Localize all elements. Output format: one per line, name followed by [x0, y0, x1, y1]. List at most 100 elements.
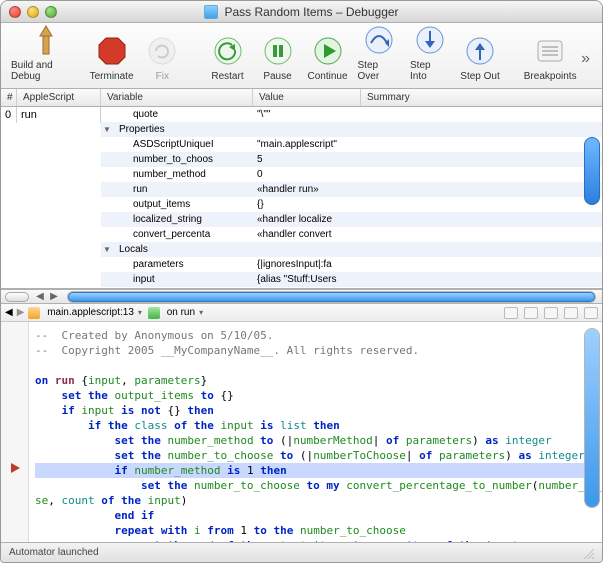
h-scrollbar-thumb[interactable]: [68, 292, 595, 302]
var-name: quote: [113, 109, 253, 120]
var-value: «handler run»: [253, 184, 361, 195]
thread-name: run: [17, 107, 101, 123]
current-line: if number_method is 1 then: [35, 463, 594, 478]
var-value: "\"": [253, 109, 361, 120]
breakpoints-button[interactable]: Breakpoints: [521, 31, 579, 84]
method-crumb[interactable]: on run▾: [148, 307, 205, 319]
var-name: number_to_choos: [113, 154, 253, 165]
variable-row[interactable]: convert_percenta«handler convert: [101, 227, 602, 242]
pause-label: Pause: [263, 71, 291, 82]
variable-row[interactable]: localized_string«handler localize: [101, 212, 602, 227]
variable-row[interactable]: ▼Properties: [101, 122, 602, 137]
split-editor-button[interactable]: [584, 307, 598, 319]
col-num[interactable]: #: [1, 89, 17, 106]
split-bar[interactable]: ◀ ▶: [1, 289, 602, 304]
pause-button[interactable]: Pause: [254, 31, 302, 84]
step-over-label: Step Over: [358, 60, 401, 82]
status-bar: Automator launched: [1, 542, 602, 562]
document-icon: [204, 5, 218, 19]
var-name: output_items: [113, 199, 253, 210]
var-value: «handler convert: [253, 229, 361, 240]
thread-row[interactable]: 0 run: [1, 107, 101, 123]
titlebar[interactable]: Pass Random Items – Debugger: [1, 1, 602, 23]
var-value: "main.applescript": [253, 139, 361, 150]
terminate-button[interactable]: Terminate: [87, 31, 136, 84]
status-text: Automator launched: [9, 547, 99, 558]
method-crumb-label: on run: [167, 307, 195, 318]
editor-scrollbar[interactable]: [584, 328, 600, 508]
step-over-button[interactable]: Step Over: [354, 20, 405, 84]
section-label: Properties: [113, 124, 253, 135]
var-value: 0: [253, 169, 361, 180]
variable-row[interactable]: output_items{}: [101, 197, 602, 212]
console-toggle[interactable]: [5, 292, 29, 302]
terminate-label: Terminate: [90, 71, 134, 82]
restart-button[interactable]: Restart: [204, 31, 252, 84]
var-name: convert_percenta: [113, 229, 253, 240]
breakpoints-label: Breakpoints: [524, 71, 577, 82]
col-summary[interactable]: Summary: [361, 89, 602, 106]
variable-row[interactable]: ASDScriptUniqueI"main.applescript": [101, 137, 602, 152]
gutter[interactable]: [1, 322, 29, 542]
var-value: {|ignoresInput|:fa: [253, 259, 361, 270]
section-label: Locals: [113, 244, 253, 255]
resize-grip[interactable]: [582, 547, 594, 559]
build-debug-button[interactable]: Build and Debug: [7, 20, 85, 84]
restart-label: Restart: [211, 71, 243, 82]
toolbar-overflow[interactable]: »: [581, 50, 596, 84]
variable-row[interactable]: number_to_choos5: [101, 152, 602, 167]
col-variable[interactable]: Variable: [101, 89, 253, 106]
step-out-button[interactable]: Step Out: [456, 31, 504, 84]
variable-row[interactable]: ▼Locals: [101, 242, 602, 257]
var-value: «handler localize: [253, 214, 361, 225]
file-crumb-label: main.applescript:13: [47, 307, 134, 318]
variable-row[interactable]: number_method0: [101, 167, 602, 182]
var-value: 5: [253, 154, 361, 165]
lock-button[interactable]: [564, 307, 578, 319]
build-debug-label: Build and Debug: [11, 60, 81, 82]
var-name: run: [113, 184, 253, 195]
h-scrollbar[interactable]: [67, 291, 596, 303]
history-fwd[interactable]: ▶: [17, 307, 25, 318]
thread-num: 0: [1, 107, 17, 123]
var-name: input: [113, 274, 253, 285]
var-name: localized_string: [113, 214, 253, 225]
variables-scrollbar[interactable]: [584, 137, 600, 205]
bookmark-button[interactable]: [524, 307, 538, 319]
file-icon: [28, 307, 40, 319]
toolbar: Build and Debug Terminate Fix Restart Pa…: [1, 23, 602, 89]
step-into-button[interactable]: Step Into: [406, 20, 454, 84]
var-name: parameters: [113, 259, 253, 270]
col-thread[interactable]: AppleScript: [17, 89, 101, 106]
var-value: {}: [253, 199, 361, 210]
nav-fwd[interactable]: ▶: [47, 291, 61, 302]
method-icon: [148, 307, 160, 319]
step-into-label: Step Into: [410, 60, 450, 82]
pc-arrow-icon: [11, 463, 20, 473]
continue-button[interactable]: Continue: [304, 31, 352, 84]
var-name: number_method: [113, 169, 253, 180]
nav-back[interactable]: ◀: [33, 291, 47, 302]
variable-row[interactable]: parameters{|ignoresInput|:fa: [101, 257, 602, 272]
var-value: {alias "Stuff:Users: [253, 274, 361, 285]
col-value[interactable]: Value: [253, 89, 361, 106]
fix-button[interactable]: Fix: [138, 31, 186, 84]
variable-row[interactable]: run«handler run»: [101, 182, 602, 197]
history-back[interactable]: ◀: [5, 307, 13, 318]
file-crumb[interactable]: main.applescript:13▾: [28, 307, 144, 319]
step-out-label: Step Out: [460, 71, 499, 82]
comment-1: -- Created by Anonymous on 5/10/05.: [35, 329, 273, 342]
variable-row[interactable]: input{alias "Stuff:Users: [101, 272, 602, 287]
comment-2: -- Copyright 2005 __MyCompanyName__. All…: [35, 344, 419, 357]
variables-pane: # AppleScript Variable Value Summary 0 r…: [1, 89, 602, 289]
fix-label: Fix: [156, 71, 169, 82]
editor-scrollbar-thumb[interactable]: [585, 329, 599, 507]
breadcrumb-bar: ◀ ▶ main.applescript:13▾ on run▾: [1, 304, 602, 322]
code-editor[interactable]: -- Created by Anonymous on 5/10/05. -- C…: [1, 322, 602, 542]
window-title: Pass Random Items – Debugger: [224, 5, 398, 19]
continue-label: Continue: [307, 71, 347, 82]
var-name: ASDScriptUniqueI: [113, 139, 253, 150]
counterpart-button[interactable]: [504, 307, 518, 319]
variable-row[interactable]: quote"\"": [101, 107, 602, 122]
breakpoint-toggle[interactable]: [544, 307, 558, 319]
